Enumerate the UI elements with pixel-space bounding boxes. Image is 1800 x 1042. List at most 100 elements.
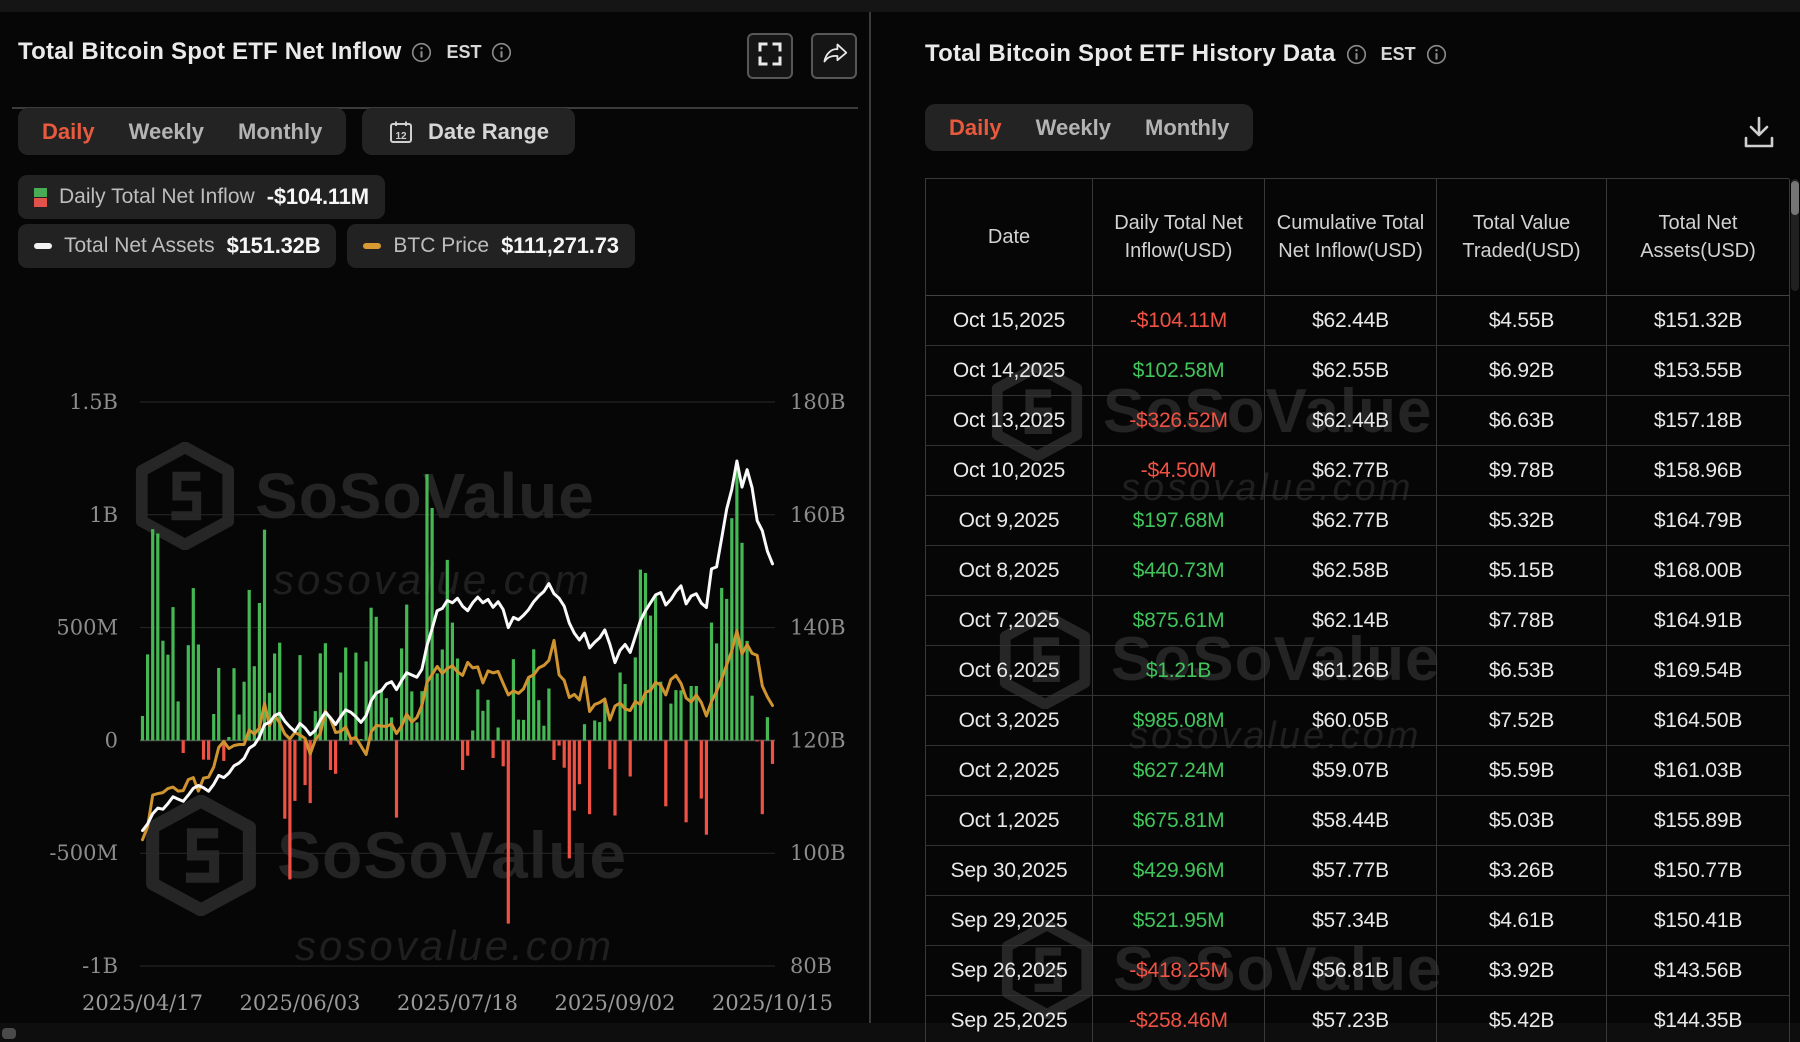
share-icon bbox=[819, 39, 849, 74]
svg-text:2025/04/17: 2025/04/17 bbox=[82, 991, 203, 1015]
cell-inflow: $875.61M bbox=[1093, 596, 1265, 646]
cell-date: Oct 10,2025 bbox=[926, 446, 1093, 496]
tab-weekly[interactable]: Weekly bbox=[1036, 115, 1111, 141]
cell-traded: $3.92B bbox=[1437, 946, 1607, 996]
left-panel-title: Total Bitcoin Spot ETF Net Inflow bbox=[18, 38, 401, 66]
cell-assets: $143.56B bbox=[1607, 946, 1790, 996]
btc-line-icon bbox=[363, 243, 381, 249]
cell-cumulative: $56.81B bbox=[1265, 946, 1437, 996]
svg-text:80B: 80B bbox=[790, 954, 832, 978]
cell-inflow: $521.95M bbox=[1093, 896, 1265, 946]
chart-period-tabs: Daily Weekly Monthly bbox=[18, 108, 346, 155]
cell-traded: $7.52B bbox=[1437, 696, 1607, 746]
cell-inflow: $102.58M bbox=[1093, 346, 1265, 396]
legend-row: Daily Total Net Inflow-$104.11M bbox=[18, 175, 385, 219]
cell-cumulative: $61.26B bbox=[1265, 646, 1437, 696]
cell-assets: $151.32B bbox=[1607, 296, 1790, 346]
top-strip bbox=[0, 0, 1800, 12]
svg-text:500M: 500M bbox=[56, 616, 118, 640]
legend-chip-net-inflow[interactable]: Daily Total Net Inflow-$104.11M bbox=[18, 175, 385, 219]
cell-date: Oct 2,2025 bbox=[926, 746, 1093, 796]
cell-assets: $155.89B bbox=[1607, 796, 1790, 846]
tab-monthly[interactable]: Monthly bbox=[1145, 115, 1229, 141]
cell-cumulative: $62.77B bbox=[1265, 446, 1437, 496]
svg-text:2025/09/02: 2025/09/02 bbox=[554, 991, 675, 1015]
legend-label: Daily Total Net Inflow bbox=[59, 185, 255, 209]
info-icon[interactable] bbox=[411, 42, 432, 63]
cell-traded: $6.92B bbox=[1437, 346, 1607, 396]
table-period-tabs: Daily Weekly Monthly bbox=[925, 104, 1253, 151]
svg-text:160B: 160B bbox=[790, 503, 846, 527]
cell-inflow: $1.21B bbox=[1093, 646, 1265, 696]
tab-daily[interactable]: Daily bbox=[949, 115, 1002, 141]
svg-text:1B: 1B bbox=[89, 503, 118, 527]
svg-text:180B: 180B bbox=[790, 390, 846, 414]
net-inflow-chart-panel: Total Bitcoin Spot ETF Net Inflow EST bbox=[0, 12, 869, 1023]
legend-chip-net-assets[interactable]: Total Net Assets$151.32B bbox=[18, 224, 336, 268]
svg-text:1.5B: 1.5B bbox=[69, 390, 118, 414]
cell-cumulative: $62.44B bbox=[1265, 296, 1437, 346]
svg-text:2025/06/03: 2025/06/03 bbox=[239, 991, 360, 1015]
cell-cumulative: $57.77B bbox=[1265, 846, 1437, 896]
cell-date: Sep 30,2025 bbox=[926, 846, 1093, 896]
table-scrollbar[interactable] bbox=[1791, 179, 1799, 291]
cell-traded: $9.78B bbox=[1437, 446, 1607, 496]
etf-inflow-chart: 1.5B 180B 1B 160B 500M 140B 0 120B -500M 100B -1B 8… bbox=[0, 342, 869, 1032]
legend-value: $151.32B bbox=[227, 233, 321, 259]
cell-inflow: $675.81M bbox=[1093, 796, 1265, 846]
tab-weekly[interactable]: Weekly bbox=[129, 119, 204, 145]
calendar-icon: 12 bbox=[388, 119, 414, 145]
cell-traded: $6.63B bbox=[1437, 396, 1607, 446]
cell-inflow: -$258.46M bbox=[1093, 996, 1265, 1042]
svg-text:100B: 100B bbox=[790, 841, 846, 865]
right-panel-title: Total Bitcoin Spot ETF History Data bbox=[925, 40, 1336, 68]
cell-date: Oct 1,2025 bbox=[926, 796, 1093, 846]
cell-inflow: $627.24M bbox=[1093, 746, 1265, 796]
cell-traded: $4.55B bbox=[1437, 296, 1607, 346]
share-button[interactable] bbox=[811, 33, 857, 79]
svg-text:2025/10/15: 2025/10/15 bbox=[712, 991, 833, 1015]
table-header-0: Date bbox=[926, 179, 1093, 296]
expand-icon bbox=[757, 41, 783, 72]
scrollbar-thumb[interactable] bbox=[1791, 181, 1799, 215]
cell-traded: $5.59B bbox=[1437, 746, 1607, 796]
cell-cumulative: $62.55B bbox=[1265, 346, 1437, 396]
cell-date: Oct 14,2025 bbox=[926, 346, 1093, 396]
info-icon[interactable] bbox=[491, 42, 512, 63]
cell-traded: $5.32B bbox=[1437, 496, 1607, 546]
cell-date: Sep 26,2025 bbox=[926, 946, 1093, 996]
cell-assets: $157.18B bbox=[1607, 396, 1790, 446]
cell-date: Sep 25,2025 bbox=[926, 996, 1093, 1042]
cell-cumulative: $59.07B bbox=[1265, 746, 1437, 796]
svg-text:-500M: -500M bbox=[49, 841, 118, 865]
cell-assets: $144.35B bbox=[1607, 996, 1790, 1042]
cell-date: Oct 9,2025 bbox=[926, 496, 1093, 546]
legend-chip-btc-price[interactable]: BTC Price$111,271.73 bbox=[347, 224, 634, 268]
svg-text:2025/07/18: 2025/07/18 bbox=[397, 991, 518, 1015]
svg-text:0: 0 bbox=[105, 728, 118, 752]
cell-assets: $158.96B bbox=[1607, 446, 1790, 496]
cell-inflow: $429.96M bbox=[1093, 846, 1265, 896]
svg-text:12: 12 bbox=[395, 131, 407, 142]
cell-cumulative: $62.14B bbox=[1265, 596, 1437, 646]
tab-daily[interactable]: Daily bbox=[42, 119, 95, 145]
info-icon[interactable] bbox=[1426, 44, 1447, 65]
date-range-button[interactable]: 12 Date Range bbox=[362, 108, 575, 155]
table-header-3: Total Value Traded(USD) bbox=[1437, 179, 1607, 296]
timezone-label: EST bbox=[1381, 44, 1416, 65]
cell-date: Oct 3,2025 bbox=[926, 696, 1093, 746]
cell-cumulative: $62.44B bbox=[1265, 396, 1437, 446]
cell-cumulative: $57.34B bbox=[1265, 896, 1437, 946]
chart-canvas: 1.5B 180B 1B 160B 500M 140B 0 120B -500M 100B -1B 8… bbox=[0, 342, 869, 1032]
tab-monthly[interactable]: Monthly bbox=[238, 119, 322, 145]
svg-text:120B: 120B bbox=[790, 728, 846, 752]
info-icon[interactable] bbox=[1346, 44, 1367, 65]
table-header-2: Cumulative Total Net Inflow(USD) bbox=[1265, 179, 1437, 296]
svg-text:-1B: -1B bbox=[82, 954, 118, 978]
fullscreen-button[interactable] bbox=[747, 33, 793, 79]
svg-text:140B: 140B bbox=[790, 616, 846, 640]
download-button[interactable] bbox=[1737, 110, 1781, 159]
inflow-legend-icon bbox=[34, 188, 47, 207]
assets-line-icon bbox=[34, 243, 52, 249]
cell-cumulative: $57.23B bbox=[1265, 996, 1437, 1042]
